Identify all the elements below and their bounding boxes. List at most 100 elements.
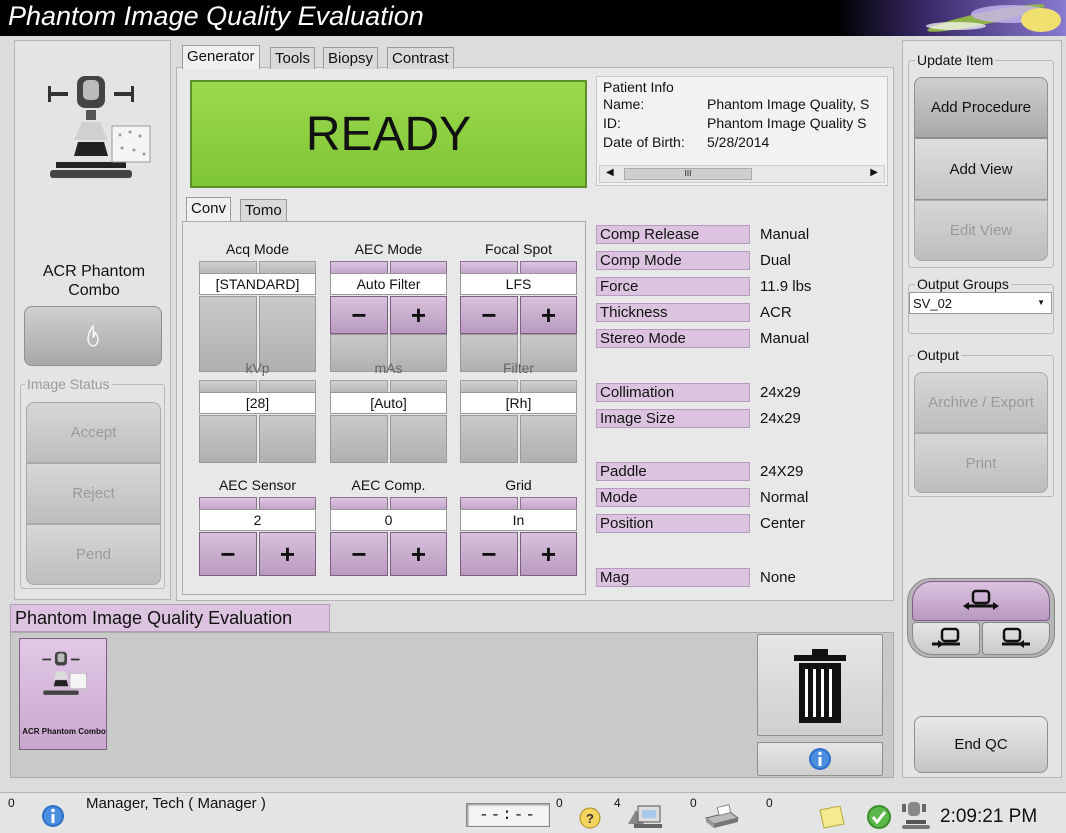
mas-lower-right [390, 415, 447, 463]
flame-icon [87, 325, 99, 347]
dropdown-arrow-icon: ▼ [1037, 298, 1045, 307]
stereo-mode-label: Stereo Mode [596, 329, 750, 348]
gantry-icon [48, 76, 151, 178]
add-view-button[interactable]: Add View [914, 138, 1048, 200]
mas-up-left [330, 380, 388, 392]
print-button[interactable]: Print [914, 433, 1048, 493]
aec-sensor-minus-button[interactable]: − [199, 532, 257, 576]
reject-button[interactable]: Reject [26, 463, 161, 524]
filter-up-left [460, 380, 518, 392]
tab-conv[interactable]: Conv [186, 197, 232, 221]
focal-spot-up-right[interactable] [520, 261, 577, 273]
stereo-mode-value: Manual [760, 330, 810, 347]
mas-control: mAs [330, 360, 447, 378]
delete-button[interactable] [757, 634, 883, 736]
grid-minus-button[interactable]: − [460, 532, 518, 576]
thumbnail-label: ACR Phantom Combo [22, 727, 106, 736]
mas-label: mAs [374, 360, 403, 376]
acq-mode-label: Acq Mode [225, 241, 290, 257]
tab-tomo[interactable]: Tomo [240, 199, 287, 221]
tab-biopsy[interactable]: Biopsy [323, 47, 379, 69]
grid-label: Grid [505, 477, 532, 493]
printer-icon[interactable] [700, 802, 740, 830]
scroll-right-icon[interactable]: ▶ [870, 167, 878, 178]
comp-release-label: Comp Release [596, 225, 750, 244]
focal-spot-plus-button[interactable]: + [520, 296, 577, 334]
aec-mode-up-left[interactable] [330, 261, 388, 273]
procedure-label: ACR Phantom Combo [42, 263, 146, 299]
aec-sensor-up-right[interactable] [259, 497, 316, 509]
aec-sensor-value: 2 [199, 509, 316, 531]
kvp-up-right [259, 380, 316, 392]
filter-control: Filter [460, 360, 577, 378]
aec-mode-minus-button[interactable]: − [330, 296, 388, 334]
kvp-control: kVp [199, 360, 316, 378]
title-bar: Phantom Image Quality Evaluation [0, 0, 1066, 36]
grid-up-left[interactable] [460, 497, 518, 509]
info-count: 0 [8, 796, 15, 810]
patient-name-value: Phantom Image Quality, S [707, 96, 870, 112]
procedure-thumbnail[interactable]: ACR Phantom Combo [19, 638, 107, 750]
tab-tools[interactable]: Tools [270, 47, 316, 69]
aec-mode-up-right[interactable] [390, 261, 447, 273]
archive-export-button[interactable]: Archive / Export [914, 372, 1048, 433]
acq-mode-control: Acq Mode [199, 241, 316, 259]
patient-dob-value: 5/28/2014 [707, 134, 770, 150]
image-transfer-icon[interactable] [624, 802, 666, 830]
collimation-label: Collimation [596, 383, 750, 402]
patient-info-heading: Patient Info [603, 79, 674, 95]
status-ok-icon[interactable] [866, 804, 892, 830]
patient-hscrollbar[interactable]: ◀ III ▶ [599, 165, 885, 183]
filter-value: [Rh] [460, 392, 577, 414]
output-groups-select[interactable]: SV_02 ▼ [909, 292, 1052, 314]
aec-comp-minus-button[interactable]: − [330, 532, 388, 576]
tab-contrast[interactable]: Contrast [387, 47, 454, 69]
aec-comp-up-left[interactable] [330, 497, 388, 509]
mas-lower-left [330, 415, 388, 463]
paddle-right-button[interactable] [982, 622, 1050, 655]
system-device-icon[interactable] [898, 800, 934, 830]
user-name[interactable]: Manager, Tech ( Manager ) [86, 795, 266, 812]
grid-up-right[interactable] [520, 497, 577, 509]
notes-count: 0 [766, 796, 773, 810]
focal-spot-minus-button[interactable]: − [460, 296, 518, 334]
edit-view-button[interactable]: Edit View [914, 200, 1048, 261]
paddle-left-button[interactable] [912, 622, 980, 655]
aec-sensor-plus-button[interactable]: + [259, 532, 316, 576]
aec-comp-up-right[interactable] [390, 497, 447, 509]
aec-mode-plus-button[interactable]: + [390, 296, 447, 334]
add-procedure-button[interactable]: Add Procedure [914, 77, 1048, 138]
patient-id-value: Phantom Image Quality S [707, 115, 867, 131]
acq-mode-up-right[interactable] [259, 261, 316, 273]
collimation-value: 24x29 [760, 384, 801, 401]
tab-generator[interactable]: Generator [182, 45, 260, 69]
focal-spot-up-left[interactable] [460, 261, 518, 273]
pend-button[interactable]: Pend [26, 524, 161, 585]
status-info-icon[interactable] [41, 804, 65, 828]
sticky-note-icon[interactable] [818, 806, 846, 830]
paddle-center-icon [963, 589, 999, 610]
aec-mode-value: Auto Filter [330, 273, 447, 295]
ready-status-display: READY [190, 80, 587, 188]
app-title: Phantom Image Quality Evaluation [8, 1, 424, 31]
accept-button[interactable]: Accept [26, 402, 161, 463]
scroll-thumb[interactable]: III [624, 168, 752, 180]
patient-id-label: ID: [603, 115, 621, 131]
aec-comp-control: AEC Comp. [330, 477, 447, 495]
aec-comp-plus-button[interactable]: + [390, 532, 447, 576]
aec-mode-control: AEC Mode [330, 241, 447, 259]
implant-button[interactable] [24, 306, 162, 366]
paddle-center-button[interactable] [912, 581, 1050, 621]
end-qc-button[interactable]: End QC [914, 716, 1048, 773]
aec-sensor-up-left[interactable] [199, 497, 257, 509]
patient-info-panel: Patient Info Name: Phantom Image Quality… [596, 76, 888, 186]
image-size-label: Image Size [596, 409, 750, 428]
acq-mode-up-left[interactable] [199, 261, 257, 273]
procedure-title: Phantom Image Quality Evaluation [15, 608, 293, 628]
grid-plus-button[interactable]: + [520, 532, 577, 576]
help-icon[interactable]: ? [578, 806, 602, 830]
scroll-left-icon[interactable]: ◀ [606, 167, 614, 178]
focal-spot-control: Focal Spot [460, 241, 577, 259]
aec-sensor-label: AEC Sensor [218, 477, 297, 493]
info-button[interactable] [757, 742, 883, 776]
